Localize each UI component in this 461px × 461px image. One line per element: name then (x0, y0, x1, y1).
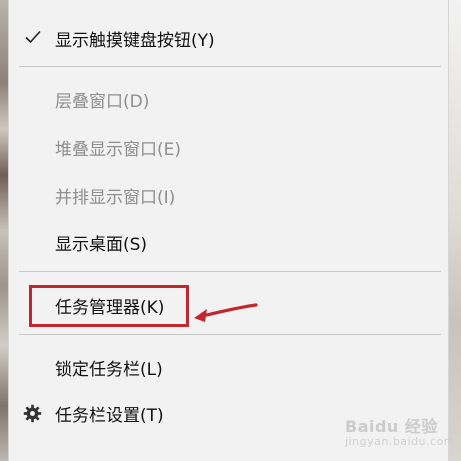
desktop-background-left (0, 0, 8, 461)
menu-separator (19, 271, 441, 272)
menu-item-label: 显示桌面(S) (55, 234, 148, 255)
menu-item-label: 并排显示窗口(I) (55, 187, 176, 208)
gear-icon (23, 404, 42, 423)
baidu-watermark: Baidu 经验 jingyan.baidu.com (345, 413, 455, 448)
menu-item-show-desktop[interactable]: 显示桌面(S) (9, 222, 448, 262)
checkmark-icon (25, 30, 41, 44)
watermark-text: Baidu 经验 (345, 417, 438, 436)
menu-item-label: 锁定任务栏(L) (55, 359, 163, 380)
arrow-icon (194, 303, 258, 322)
taskbar-context-menu: 显示触摸键盘按钮(Y) 层叠窗口(D) 堆叠显示窗口(E) 并排显示窗口(I) … (8, 0, 455, 461)
menu-item-label: 任务栏设置(T) (55, 405, 164, 426)
highlight-box (29, 285, 189, 327)
menu-item-stack-windows[interactable]: 堆叠显示窗口(E) (9, 127, 448, 167)
menu-separator (19, 334, 441, 335)
menu-item-side-by-side-windows[interactable]: 并排显示窗口(I) (9, 175, 448, 215)
menu-item-lock-taskbar[interactable]: 锁定任务栏(L) (9, 347, 448, 387)
menu-item-cascade-windows[interactable]: 层叠窗口(D) (9, 79, 448, 119)
desktop-background-right (449, 0, 461, 461)
menu-item-show-touch-keyboard[interactable]: 显示触摸键盘按钮(Y) (9, 18, 448, 58)
menu-separator (19, 66, 441, 67)
menu-item-label: 堆叠显示窗口(E) (55, 139, 182, 160)
menu-item-label: 显示触摸键盘按钮(Y) (55, 30, 215, 51)
menu-item-label: 层叠窗口(D) (55, 91, 150, 112)
watermark-subtext: jingyan.baidu.com (345, 435, 456, 448)
